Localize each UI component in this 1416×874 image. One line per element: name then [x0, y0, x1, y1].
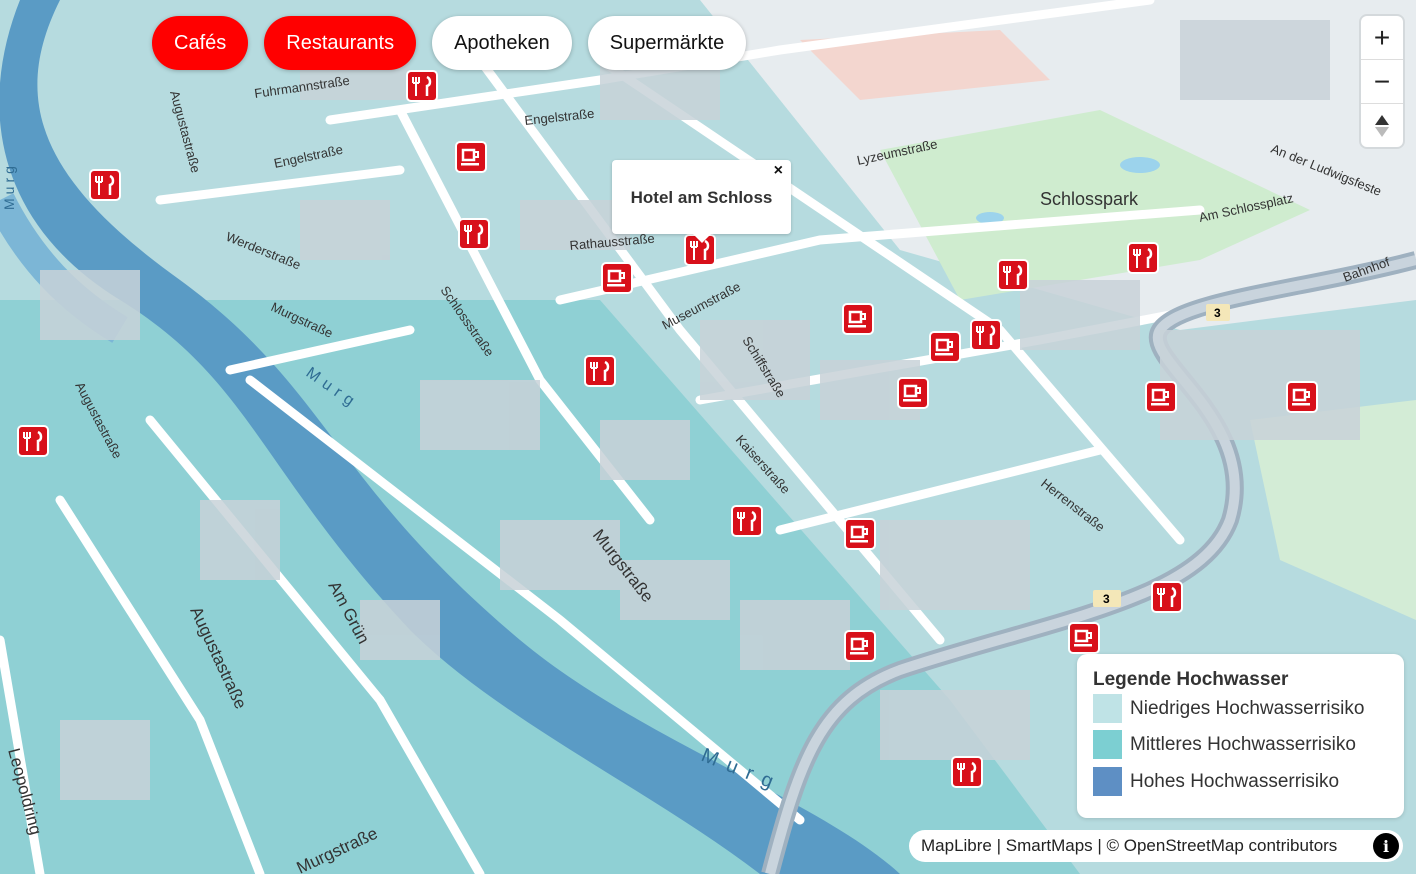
- compass-button[interactable]: [1361, 104, 1403, 147]
- filter-apotheken-button[interactable]: Apotheken: [432, 16, 572, 70]
- restaurant-icon[interactable]: [1126, 241, 1160, 275]
- navigation-control: + −: [1361, 16, 1403, 147]
- legend-item-label: Niedriges Hochwasserrisiko: [1130, 697, 1365, 719]
- zoom-out-button[interactable]: −: [1361, 60, 1403, 104]
- legend-item: Mittleres Hochwasserrisiko: [1093, 730, 1356, 759]
- cafe-icon[interactable]: [600, 261, 634, 295]
- attribution-text[interactable]: MapLibre | SmartMaps | © OpenStreetMap c…: [921, 836, 1337, 856]
- attribution-bar: MapLibre | SmartMaps | © OpenStreetMap c…: [909, 830, 1403, 862]
- restaurant-icon[interactable]: [88, 168, 122, 202]
- cafe-icon[interactable]: [1144, 380, 1178, 414]
- cafe-icon[interactable]: [1067, 621, 1101, 655]
- road-shield-label: 3: [1103, 592, 1110, 606]
- cafe-icon[interactable]: [896, 376, 930, 410]
- cafe-icon[interactable]: [454, 140, 488, 174]
- restaurant-icon[interactable]: [996, 258, 1030, 292]
- filter-restaurants-button[interactable]: Restaurants: [264, 16, 417, 70]
- plus-icon: +: [1373, 21, 1391, 53]
- flood-legend: Legende Hochwasser Niedriges Hochwasserr…: [1077, 654, 1404, 818]
- popup-close-button[interactable]: ×: [774, 162, 783, 180]
- category-filter-bar: Cafés Restaurants Apotheken Supermärkte: [152, 16, 747, 70]
- compass-icon: [1375, 114, 1389, 137]
- filter-cafes-button[interactable]: Cafés: [152, 16, 249, 70]
- park-label: Schlosspark: [1040, 189, 1139, 209]
- restaurant-icon[interactable]: [730, 504, 764, 538]
- restaurant-icon[interactable]: [969, 318, 1003, 352]
- legend-item-label: Hohes Hochwasserrisiko: [1130, 770, 1340, 792]
- legend-item-label: Mittleres Hochwasserrisiko: [1130, 733, 1356, 755]
- legend-swatch-medium: [1093, 730, 1122, 759]
- legend-title: Legende Hochwasser: [1093, 669, 1289, 690]
- restaurant-icon[interactable]: [1150, 580, 1184, 614]
- restaurant-icon[interactable]: [16, 424, 50, 458]
- cafe-icon[interactable]: [843, 629, 877, 663]
- legend-swatch-high: [1093, 767, 1122, 796]
- legend-item: Hohes Hochwasserrisiko: [1093, 767, 1339, 796]
- popup-title: Hotel am Schloss: [630, 188, 773, 207]
- zoom-in-button[interactable]: +: [1361, 16, 1403, 60]
- legend-swatch-low: [1093, 694, 1122, 723]
- cafe-icon[interactable]: [843, 517, 877, 551]
- poi-popup: × Hotel am Schloss: [612, 160, 791, 243]
- cafe-icon[interactable]: [841, 302, 875, 336]
- river-label: Murg: [1, 162, 17, 210]
- restaurant-icon[interactable]: [405, 69, 439, 103]
- restaurant-icon[interactable]: [950, 755, 984, 789]
- filter-supermaerkte-button[interactable]: Supermärkte: [587, 16, 747, 70]
- minus-icon: −: [1373, 65, 1391, 97]
- road-shield-label: 3: [1214, 306, 1221, 320]
- legend-item: Niedriges Hochwasserrisiko: [1093, 694, 1364, 723]
- cafe-icon[interactable]: [928, 330, 962, 364]
- restaurant-icon[interactable]: [457, 217, 491, 251]
- cafe-icon[interactable]: [1285, 380, 1319, 414]
- restaurant-icon[interactable]: [583, 354, 617, 388]
- info-icon[interactable]: i: [1373, 833, 1399, 859]
